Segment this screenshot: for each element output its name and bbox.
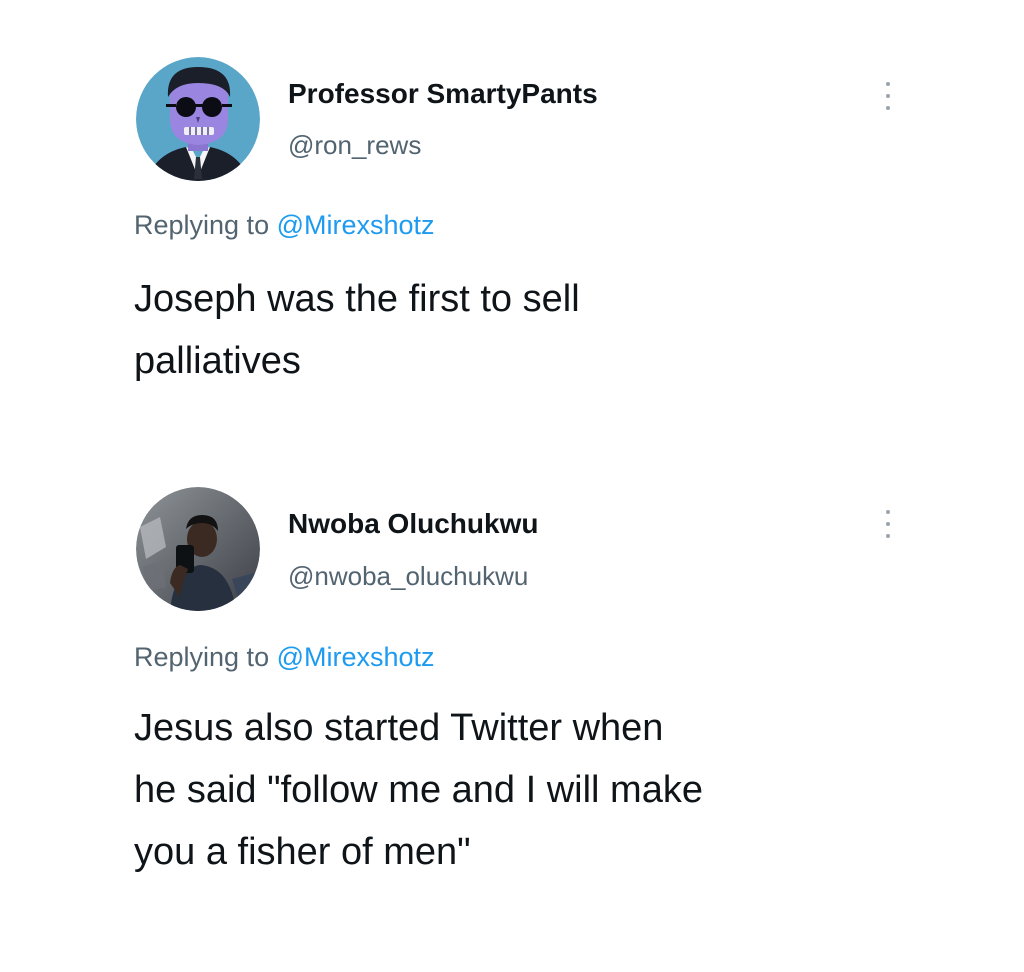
tweet-text-line: he said "follow me and I will make	[134, 769, 703, 811]
tweet-text-line: Jesus also started Twitter when	[134, 707, 664, 749]
display-name[interactable]: Professor SmartyPants	[288, 78, 598, 110]
tweet-text-line: Joseph was the first to sell	[134, 278, 580, 320]
more-vertical-icon[interactable]	[878, 506, 898, 542]
replying-to: Replying to @Mirexshotz	[134, 642, 435, 673]
cartoon-skull-avatar[interactable]	[136, 57, 260, 181]
tweet-text-line: palliatives	[134, 340, 301, 382]
tweet-text-line: you a fisher of men"	[134, 831, 471, 873]
tweet-text: Joseph was the first to sell palliatives	[134, 268, 934, 392]
replying-prefix: Replying to	[134, 210, 270, 240]
replying-to: Replying to @Mirexshotz	[134, 210, 435, 241]
avatar-image	[136, 57, 260, 181]
user-handle[interactable]: @ron_rews	[288, 130, 421, 161]
mention-link[interactable]: @Mirexshotz	[277, 210, 435, 240]
photo-avatar[interactable]	[136, 487, 260, 611]
mention-link[interactable]: @Mirexshotz	[277, 642, 435, 672]
replying-prefix: Replying to	[134, 642, 270, 672]
tweet-text: Jesus also started Twitter when he said …	[134, 697, 934, 883]
tweet: Nwoba Oluchukwu @nwoba_oluchukwu Replyin…	[0, 430, 1024, 972]
more-vertical-icon[interactable]	[878, 78, 898, 114]
tweet: Professor SmartyPants @ron_rews Replying…	[0, 0, 1024, 430]
display-name[interactable]: Nwoba Oluchukwu	[288, 508, 538, 540]
user-handle[interactable]: @nwoba_oluchukwu	[288, 561, 528, 592]
avatar-image	[136, 487, 260, 611]
